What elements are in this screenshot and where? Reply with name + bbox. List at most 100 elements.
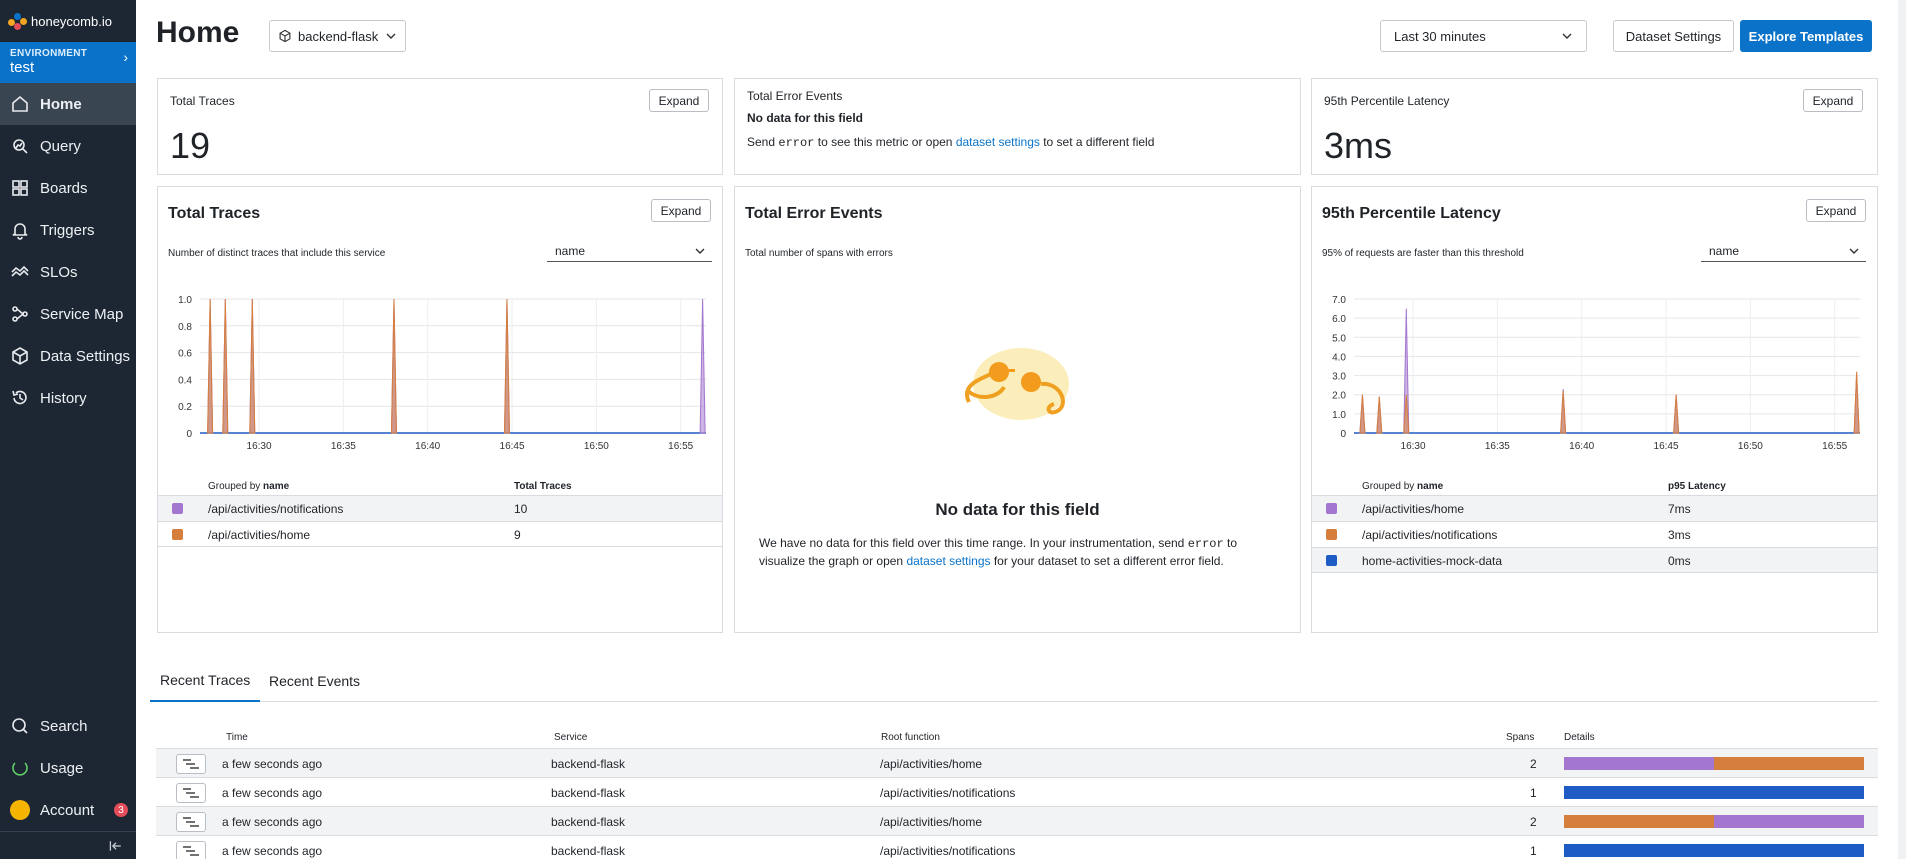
trace-detail-bar[interactable] [1564, 844, 1864, 857]
y-tick-label: 7.0 [1332, 295, 1346, 306]
table-header: Time Service Root function Spans Details [156, 730, 1878, 748]
sidebar-item-search[interactable]: Search [0, 705, 136, 747]
page-scrollbar[interactable] [1898, 0, 1906, 859]
waterfall-icon[interactable] [176, 754, 206, 774]
trace-spans: 2 [1530, 757, 1537, 771]
waterfall-icon[interactable] [176, 841, 206, 859]
dataset-select[interactable]: backend-flask [269, 20, 406, 52]
sidebar-item-triggers[interactable]: Triggers [0, 209, 136, 251]
time-range-select[interactable]: Last 30 minutes [1380, 20, 1587, 52]
table-row[interactable]: /api/activities/home 7ms [1312, 495, 1877, 521]
sidebar-item-label: SLOs [40, 263, 78, 281]
recent-tabs: Recent Traces Recent Events [150, 660, 1878, 702]
table-header: Grouped by name Total Traces [158, 477, 722, 495]
table-row[interactable]: a few seconds ago backend-flask/api/activ… [156, 777, 1878, 806]
table-row[interactable]: a few seconds ago backend-flask/api/activ… [156, 806, 1878, 835]
series-spike [222, 298, 229, 434]
table-row[interactable]: a few seconds ago backend-flask/api/activ… [156, 835, 1878, 859]
x-tick-label: 16:50 [584, 441, 609, 452]
collapse-sidebar-button[interactable] [0, 831, 136, 859]
trace-detail-bar[interactable] [1564, 815, 1864, 828]
latency-chart[interactable]: 0 1.0 2.0 3.0 4.0 5.0 6.0 7.0 16:30 16:35 16:40 16:… [1312, 287, 1872, 457]
column-header-details: Details [1564, 732, 1595, 743]
row-value: 7ms [1668, 502, 1691, 516]
collapse-icon [109, 840, 121, 851]
row-value: 9 [514, 528, 521, 542]
sidebar-item-account[interactable]: Account 3 [0, 789, 136, 831]
sidebar-item-label: Account [40, 801, 95, 819]
trace-waterfall-icon [183, 759, 199, 769]
summary-value: 19 [170, 125, 211, 166]
waterfall-icon[interactable] [176, 783, 206, 803]
y-tick-label: 1.0 [178, 295, 192, 306]
dataset-settings-button[interactable]: Dataset Settings [1613, 20, 1734, 52]
message-text: visualize the graph or open [759, 554, 904, 568]
expand-button[interactable]: Expand [651, 199, 711, 222]
trace-time: a few seconds ago [222, 757, 323, 771]
sidebar-item-boards[interactable]: Boards [0, 167, 136, 209]
series-spike [699, 298, 706, 434]
latency-legend-table: Grouped by name p95 Latency /api/activit… [1312, 477, 1877, 573]
x-tick-label: 16:35 [1485, 441, 1510, 452]
sidebar-item-history[interactable]: History [0, 377, 136, 419]
trace-spans: 1 [1530, 786, 1537, 800]
home-icon [12, 95, 28, 112]
tab-recent-traces[interactable]: Recent Traces [150, 660, 261, 702]
trace-root-function: /api/activities/notifications [880, 844, 1016, 858]
table-row[interactable]: /api/activities/notifications 10 [158, 495, 722, 521]
sidebar-item-home[interactable]: Home [0, 83, 136, 125]
table-row[interactable]: /api/activities/notifications 3ms [1312, 521, 1877, 547]
summary-title: 95th Percentile Latency [1324, 94, 1450, 108]
environment-switcher[interactable]: ENVIRONMENT test › [0, 42, 136, 83]
explore-templates-button[interactable]: Explore Templates [1740, 20, 1872, 52]
series-spike [1359, 394, 1366, 434]
trace-spans: 1 [1530, 844, 1537, 858]
trace-detail-bar[interactable] [1564, 786, 1864, 799]
query-icon [13, 139, 28, 154]
table-row[interactable]: a few seconds ago backend-flask/api/activ… [156, 748, 1878, 777]
y-tick-label: 1.0 [1332, 410, 1346, 421]
expand-button[interactable]: Expand [1806, 199, 1866, 222]
dataset-settings-link[interactable]: dataset settings [906, 554, 990, 568]
sidebar-item-label: Search [40, 717, 88, 735]
series-swatch [172, 529, 183, 540]
trace-span-segment [1564, 815, 1714, 828]
trace-span-segment [1564, 757, 1714, 770]
sidebar-item-data-settings[interactable]: Data Settings [0, 335, 136, 377]
tab-recent-events[interactable]: Recent Events [259, 660, 370, 702]
trace-detail-bar[interactable] [1564, 757, 1864, 770]
honeycomb-logo[interactable]: honeycomb.io [0, 0, 136, 42]
row-name: /api/activities/home [1362, 502, 1465, 516]
panel-title: Total Error Events [745, 205, 883, 222]
x-tick-label: 16:30 [1401, 441, 1426, 452]
sidebar-item-query[interactable]: Query [0, 125, 136, 167]
group-by-select[interactable]: name [1701, 240, 1866, 262]
summary-card-latency: 95th Percentile Latency Expand 3ms [1311, 78, 1878, 175]
waterfall-icon[interactable] [176, 812, 206, 832]
trace-span-segment [1714, 757, 1864, 770]
series-swatch [1326, 529, 1337, 540]
sidebar-item-service-map[interactable]: Service Map [0, 293, 136, 335]
dataset-select-value: backend-flask [298, 28, 379, 44]
sidebar-item-usage[interactable]: Usage [0, 747, 136, 789]
trace-time: a few seconds ago [222, 786, 323, 800]
environment-value: test [10, 59, 35, 76]
brand-name: honeycomb.io [31, 13, 112, 29]
sidebar-item-label: Usage [40, 759, 84, 777]
table-row[interactable]: /api/activities/home 9 [158, 521, 722, 547]
traces-chart[interactable]: 0 0.2 0.4 0.6 0.8 1.0 16:30 16:35 16:40 16:45 16:5… [158, 287, 718, 457]
expand-button[interactable]: Expand [1803, 89, 1863, 112]
panel-total-error-events: Total Error Events Total number of spans… [734, 186, 1301, 633]
x-tick-label: 16:30 [247, 441, 272, 452]
table-row[interactable]: home-activities-mock-data 0ms [1312, 547, 1877, 573]
panel-total-traces: Total Traces Expand Number of distinct t… [157, 186, 723, 633]
message-text: to see this metric or open [817, 135, 953, 149]
sidebar-item-slos[interactable]: SLOs [0, 251, 136, 293]
message-text: to [1227, 536, 1238, 550]
group-by-select[interactable]: name [547, 240, 712, 262]
dataset-settings-link[interactable]: dataset settings [956, 135, 1040, 149]
summary-no-data: No data for this field [747, 111, 864, 125]
message-text: We have no data for this field over this… [759, 536, 1185, 550]
trace-service: backend-flask [551, 757, 626, 771]
expand-button[interactable]: Expand [649, 89, 709, 112]
